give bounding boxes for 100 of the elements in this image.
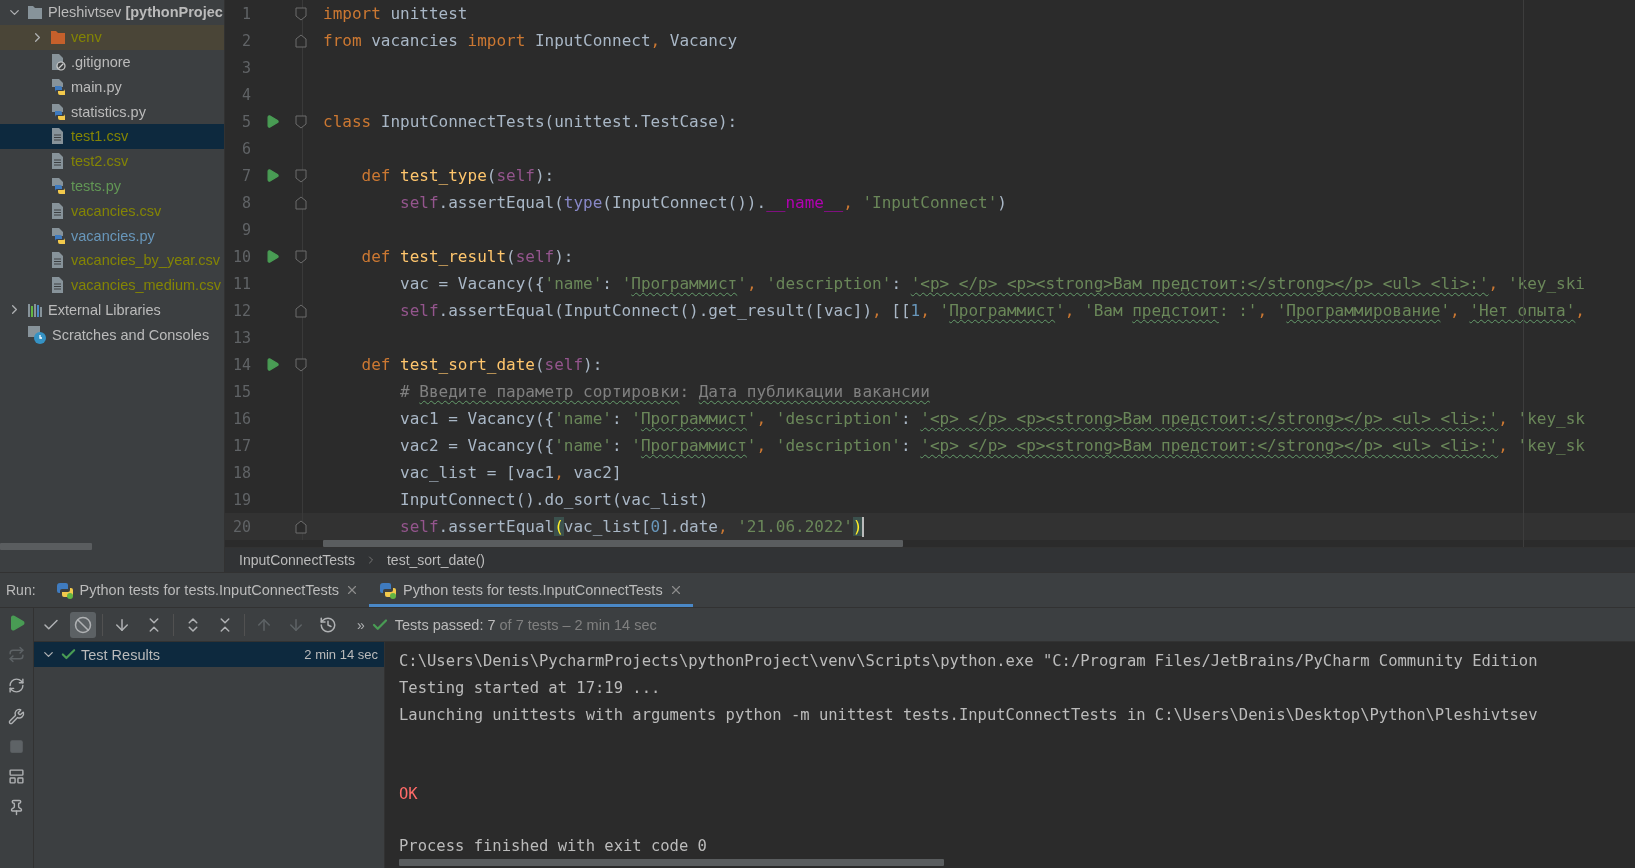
fold-marker-icon[interactable]	[295, 168, 307, 183]
code-line: vac2 = Vacancy({'name': 'Программист', 'description': '<p> </p> <p><strong>Вам предстоит:</strong></p> <ul> <li>:', 'key_sk	[399, 436, 1585, 455]
ignore-file-icon	[50, 53, 66, 71]
line-number: 4	[240, 85, 252, 104]
run-icon[interactable]	[265, 114, 280, 129]
code-line: from vacancies import InputConnect, Vacancy	[323, 31, 738, 50]
fold-marker-icon[interactable]	[295, 357, 307, 372]
text-file-icon	[50, 201, 66, 220]
line-number: 5	[240, 112, 252, 131]
file-name: venv	[71, 29, 102, 46]
code-line: class InputConnectTests(unittest.TestCase):	[323, 112, 738, 131]
tests-passed-text: Tests passed: 7	[394, 616, 496, 633]
breadcrumb[interactable]: test_sort_date()	[386, 552, 486, 568]
fold-marker-icon[interactable]	[295, 33, 307, 48]
scrollbar-thumb[interactable]	[323, 540, 903, 548]
folder-icon	[50, 28, 66, 47]
line-number: 13	[231, 328, 252, 347]
tree-item[interactable]: .gitignore	[0, 49, 224, 75]
console-line: OK	[399, 784, 419, 805]
console-line: Launching unittests with arguments python -m unittest tests.InputConnectTests in C:\Users\Denis\Desktop\Python\Pleshivtsev	[399, 705, 1539, 726]
fold-marker-icon[interactable]	[295, 249, 307, 264]
line-number: 18	[231, 463, 252, 482]
console-line: Testing started at 17:19 ...	[399, 678, 662, 699]
run-icon[interactable]	[265, 357, 280, 372]
code-line: vac1 = Vacancy({'name': 'Программист', 'description': '<p> </p> <p><strong>Вам предстоит:</strong></p> <ul> <li>:', 'key_sk	[399, 409, 1585, 428]
tree-item[interactable]: External Libraries	[0, 297, 224, 323]
more-button[interactable]: »	[357, 616, 365, 633]
test-result-row[interactable]: Test Results 2 min 14 sec	[34, 642, 384, 667]
pin-icon[interactable]	[8, 799, 25, 816]
code-line: def test_result(self):	[360, 247, 574, 266]
tree-item[interactable]: Scratches and Consoles	[0, 322, 224, 348]
scratches-icon	[27, 324, 47, 345]
python-file-icon	[50, 226, 66, 245]
python-tests-icon	[379, 581, 398, 599]
fold-marker-icon[interactable]	[295, 303, 307, 318]
folder-icon	[27, 3, 43, 22]
tree-item[interactable]: vacancies.py	[0, 223, 224, 248]
console-line: Process finished with exit code 0	[399, 836, 708, 857]
text-caret	[862, 516, 865, 537]
fold-marker-icon[interactable]	[295, 114, 307, 129]
tree-item[interactable]: tests.py	[0, 173, 224, 199]
file-name: vacancies.py	[71, 227, 155, 244]
line-number: 2	[240, 31, 252, 50]
scrollbar-thumb[interactable]	[399, 859, 944, 866]
tree-item[interactable]: statistics.py	[0, 99, 224, 124]
fold-marker-icon[interactable]	[295, 6, 307, 21]
file-name: External Libraries	[48, 301, 161, 318]
refresh-icon[interactable]	[8, 677, 25, 694]
python-file-icon	[50, 77, 66, 96]
file-name: statistics.py	[71, 103, 146, 120]
code-line: import unittest	[323, 4, 468, 23]
scrollbar-thumb[interactable]	[0, 543, 92, 550]
tests-detail-text: of 7 tests – 2 min 14 sec	[499, 616, 657, 633]
line-number: 8	[240, 193, 252, 212]
text-file-icon	[50, 276, 66, 295]
tree-item[interactable]: Pleshivtsev [pythonProjec	[0, 0, 224, 25]
run-label: Run:	[5, 582, 37, 598]
console-line: C:\Users\Denis\PycharmProjects\pythonProject\venv\Scripts\python.exe "C:/Program Files/JetBrains/PyCharm Community Edition	[399, 651, 1539, 672]
python-file-icon	[50, 102, 66, 121]
file-name: main.py	[71, 78, 122, 95]
line-number: 19	[231, 490, 252, 509]
text-file-icon	[50, 152, 66, 171]
text-file-icon	[50, 127, 66, 146]
code-line: vac = Vacancy({'name': 'Программист', 'description': '<p> </p> <p><strong>Вам предстоит:</strong></p> <ul> <li>:', 'key_ski	[399, 274, 1585, 293]
line-number: 14	[231, 355, 252, 374]
code-line: self.assertEqual(vac_list[0].date, '21.06.2022')	[399, 517, 863, 536]
fold-marker-icon[interactable]	[295, 519, 307, 534]
code-line: self.assertEqual(type(InputConnect()).__name__, 'InputConnect')	[399, 193, 1007, 212]
file-name: .gitignore	[71, 54, 131, 70]
file-name: vacancies.csv	[71, 202, 162, 219]
run-icon[interactable]	[265, 249, 280, 264]
code-line: def test_type(self):	[360, 166, 555, 185]
line-number: 1	[240, 4, 252, 23]
breadcrumb[interactable]: InputConnectTests	[239, 552, 355, 568]
run-tab[interactable]: Python tests for tests.InputConnectTests	[45, 573, 370, 607]
code-line: def test_sort_date(self):	[360, 355, 603, 374]
run-icon[interactable]	[265, 168, 280, 183]
line-number: 15	[231, 382, 252, 401]
file-name: tests.py	[71, 177, 121, 194]
line-number: 7	[240, 166, 252, 185]
settings-icon[interactable]	[8, 708, 25, 725]
tree-item[interactable]: main.py	[0, 74, 224, 100]
line-number: 16	[231, 409, 252, 428]
layout-icon[interactable]	[8, 768, 25, 785]
code-line: InputConnect().do_sort(vac_list)	[399, 490, 709, 509]
line-number: 9	[240, 220, 252, 239]
file-name: test1.csv	[71, 128, 129, 145]
file-name: vacancies_medium.csv	[71, 277, 221, 294]
line-number: 11	[231, 274, 252, 293]
file-name: test2.csv	[71, 153, 129, 170]
code-line: # Введите параметр сортировки: Дата публикации вакансии	[399, 382, 930, 401]
ban-icon[interactable]	[70, 611, 96, 638]
fold-marker-icon[interactable]	[295, 195, 307, 210]
python-file-icon	[50, 176, 66, 195]
duration: 2 min 14 sec	[304, 647, 378, 662]
code-line: self.assertEqual(InputConnect().get_result([vac]), [[1, 'Программист', 'Вам предстоит: :', 'Программирование', 'Нет опыта',	[399, 301, 1585, 320]
line-number: 6	[240, 139, 252, 158]
code-line: vac_list = [vac1, vac2]	[399, 463, 622, 482]
file-name: vacancies_by_year.csv	[71, 252, 221, 269]
tree-item[interactable]: test1.csv	[0, 124, 224, 149]
